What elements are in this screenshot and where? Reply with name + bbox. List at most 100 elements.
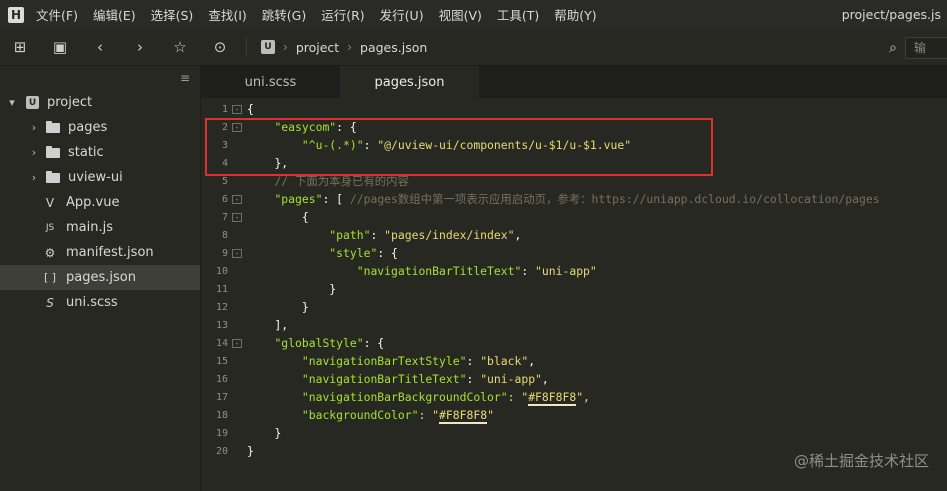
run-button[interactable]: ⊙ xyxy=(200,29,240,66)
menu-run[interactable]: 运行(R) xyxy=(321,5,364,24)
code-line: 15 "navigationBarTextStyle": "black", xyxy=(201,352,947,370)
code-line: 16 "navigationBarTitleText": "uni-app", xyxy=(201,370,947,388)
code-text: "navigationBarTitleText": "uni-app", xyxy=(301,372,549,386)
tree-item-main-js[interactable]: JS main.js xyxy=(0,215,200,240)
tree-item-label: uni.scss xyxy=(66,295,118,310)
chevron-right-icon[interactable]: › xyxy=(28,121,40,134)
back-button[interactable]: ‹ xyxy=(80,29,120,66)
project-explorer: ≡ ▾ U project › pages › static › uview-u… xyxy=(0,66,201,491)
line-number: 13 xyxy=(215,319,228,331)
breadcrumb-project[interactable]: project xyxy=(296,40,339,55)
code-line: 8 "path": "pages/index/index", xyxy=(201,226,947,244)
watermark: @稀土掘金技术社区 xyxy=(793,452,929,470)
line-number: 10 xyxy=(215,265,228,277)
code-text: "^u-(.*)": "@/uview-ui/components/u-$1/u… xyxy=(301,138,632,152)
code-line: 6 - "pages": [ //pages数组中第一项表示应用启动页，参考：h… xyxy=(201,190,947,208)
tree-item-label: uview-ui xyxy=(68,170,123,185)
menu-file[interactable]: 文件(F) xyxy=(36,5,78,24)
folder-icon xyxy=(46,145,60,158)
tree-item-label: pages xyxy=(68,120,108,135)
fold-toggle-icon[interactable]: - xyxy=(232,338,242,348)
fold-toggle-icon[interactable]: - xyxy=(232,194,242,204)
star-icon: ☆ xyxy=(173,38,187,56)
tree-item-uview-ui[interactable]: › uview-ui xyxy=(0,165,200,190)
code-line: 1 - { xyxy=(201,100,947,118)
favorite-button[interactable]: ☆ xyxy=(160,29,200,66)
tree-item-app-vue[interactable]: V App.vue xyxy=(0,190,200,215)
forward-button[interactable]: › xyxy=(120,29,160,66)
menu-find[interactable]: 查找(I) xyxy=(208,5,246,24)
code-text: "navigationBarBackgroundColor": "#F8F8F8… xyxy=(301,390,590,406)
tab-uni-scss[interactable]: uni.scss xyxy=(201,66,340,98)
code-text: } xyxy=(274,426,282,440)
code-text: "pages": [ //pages数组中第一项表示应用启动页，参考：https… xyxy=(274,192,880,206)
code-text: "navigationBarTextStyle": "black", xyxy=(301,354,536,368)
menu-select[interactable]: 选择(S) xyxy=(151,5,194,24)
tree-item-pages-json[interactable]: [ ] pages.json xyxy=(0,265,200,290)
code-line: 18 "backgroundColor": "#F8F8F8" xyxy=(201,406,947,424)
fold-toggle-icon[interactable]: - xyxy=(232,248,242,258)
code-line: 9 - "style": { xyxy=(201,244,947,262)
tree-item-label: project xyxy=(47,95,93,110)
code-text: { xyxy=(247,102,254,116)
project-icon: U xyxy=(26,96,39,109)
tree-item-pages[interactable]: › pages xyxy=(0,115,200,140)
tree-item-label: manifest.json xyxy=(66,245,154,260)
toolbar: ⊞ ▣ ‹ › ☆ ⊙ U › project › pages.json ⌕ 输 xyxy=(0,29,947,66)
tab-pages-json[interactable]: pages.json xyxy=(340,66,479,98)
code-line: 2 - "easycom": { xyxy=(201,118,947,136)
code-line: 7 - { xyxy=(201,208,947,226)
preview-search-icon[interactable]: ⌕ xyxy=(889,40,897,56)
code-line: 12 } xyxy=(201,298,947,316)
code-text: "globalStyle": { xyxy=(274,336,385,350)
menu-help[interactable]: 帮助(Y) xyxy=(554,5,596,24)
color-value: #F8F8F8 xyxy=(528,390,577,406)
fold-toggle-icon[interactable]: - xyxy=(232,212,242,222)
menu-goto[interactable]: 跳转(G) xyxy=(262,5,306,24)
command-input[interactable]: 输 xyxy=(905,36,947,59)
breadcrumb-file[interactable]: pages.json xyxy=(360,40,427,55)
menu-bar: H 文件(F) 编辑(E) 选择(S) 查找(I) 跳转(G) 运行(R) 发行… xyxy=(0,0,947,29)
fold-toggle-icon[interactable]: - xyxy=(232,122,242,132)
line-number: 6 xyxy=(221,193,228,205)
line-number: 16 xyxy=(215,373,228,385)
gear-file-icon: ⚙ xyxy=(44,245,56,260)
color-value: #F8F8F8 xyxy=(439,408,488,424)
line-number: 3 xyxy=(221,139,228,151)
code-line: 11 } xyxy=(201,280,947,298)
json-file-icon: [ ] xyxy=(43,271,57,284)
menu-publish[interactable]: 发行(U) xyxy=(380,5,424,24)
code-line: 10 "navigationBarTitleText": "uni-app" xyxy=(201,262,947,280)
tree-item-static[interactable]: › static xyxy=(0,140,200,165)
tree-item-manifest-json[interactable]: ⚙ manifest.json xyxy=(0,240,200,265)
code-text: { xyxy=(301,210,309,224)
editor-tabs: uni.scss pages.json xyxy=(201,66,947,98)
project-icon: U xyxy=(261,40,275,54)
menu-edit[interactable]: 编辑(E) xyxy=(93,5,136,24)
tree-item-label: App.vue xyxy=(66,195,120,210)
code-text: }, xyxy=(274,156,289,170)
js-file-icon: JS xyxy=(45,222,55,233)
save-button[interactable]: ▣ xyxy=(40,29,80,66)
code-editor[interactable]: 1 - { 2 - "easycom": { 3 "^u-(.*)": "@/u… xyxy=(201,98,947,491)
line-number: 5 xyxy=(221,175,228,187)
new-file-button[interactable]: ⊞ xyxy=(0,29,40,66)
play-icon: ⊙ xyxy=(213,38,227,56)
chevron-right-icon[interactable]: › xyxy=(28,171,40,184)
code-line: 19 } xyxy=(201,424,947,442)
tree-item-uni-scss[interactable]: S uni.scss xyxy=(0,290,200,315)
fold-toggle-icon[interactable]: - xyxy=(232,104,242,114)
tree-item-project[interactable]: ▾ U project xyxy=(0,90,200,115)
code-text: "style": { xyxy=(329,246,398,260)
line-number: 20 xyxy=(215,445,228,457)
menu-icon[interactable]: ≡ xyxy=(180,71,190,85)
menu-view[interactable]: 视图(V) xyxy=(439,5,482,24)
menu-tools[interactable]: 工具(T) xyxy=(497,5,539,24)
toolbar-divider xyxy=(246,37,247,57)
breadcrumb-separator: › xyxy=(347,40,353,54)
code-text: } xyxy=(329,282,337,296)
chevron-right-icon[interactable]: › xyxy=(28,146,40,159)
code-text: } xyxy=(247,444,254,458)
code-text: // 下面为本身已有的内容 xyxy=(274,174,409,188)
chevron-down-icon[interactable]: ▾ xyxy=(6,96,18,109)
